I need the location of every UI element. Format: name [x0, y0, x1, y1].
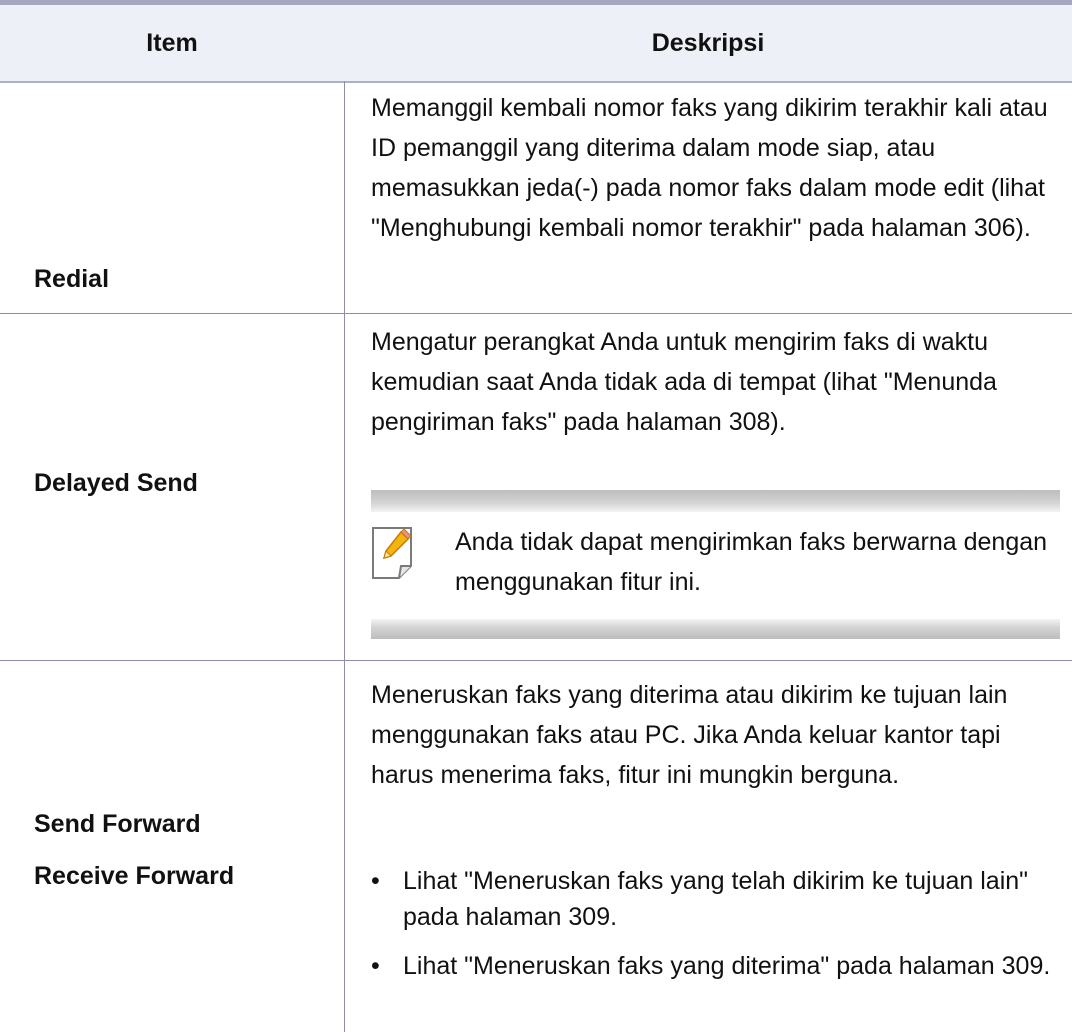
item-delayed-send: Delayed Send	[34, 469, 198, 497]
bullet-glyph: •	[371, 867, 380, 895]
item-send-forward: Send Forward	[34, 810, 201, 838]
bullet-glyph: •	[371, 952, 380, 980]
header-description: Deskripsi	[651, 29, 765, 57]
note-pencil-icon	[372, 527, 412, 579]
row-divider	[0, 660, 1072, 661]
table-header-rule	[0, 81, 1072, 83]
note-top-band	[371, 490, 1060, 512]
item-receive-forward: Receive Forward	[34, 862, 235, 890]
row-divider	[0, 313, 1072, 314]
fax-menu-table: Item Deskripsi Redial Memanggil kembali …	[0, 0, 1072, 1032]
column-divider	[344, 81, 345, 1032]
note-box: Anda tidak dapat mengirimkan faks berwar…	[371, 490, 1060, 639]
bullet-text: Lihat "Meneruskan faks yang telah dikiri…	[403, 867, 1029, 931]
description-forward: Meneruskan faks yang diterima atau dikir…	[371, 681, 1008, 789]
note-text: Anda tidak dapat mengirimkan faks berwar…	[455, 528, 1048, 596]
note-bottom-band	[371, 619, 1060, 639]
item-redial: Redial	[34, 265, 110, 293]
bullet-text: Lihat "Meneruskan faks yang diterima" pa…	[403, 952, 1051, 980]
header-item: Item	[146, 29, 198, 57]
description-redial: Memanggil kembali nomor faks yang dikiri…	[371, 94, 1048, 242]
description-delayed-send: Mengatur perangkat Anda untuk mengirim f…	[371, 328, 997, 436]
